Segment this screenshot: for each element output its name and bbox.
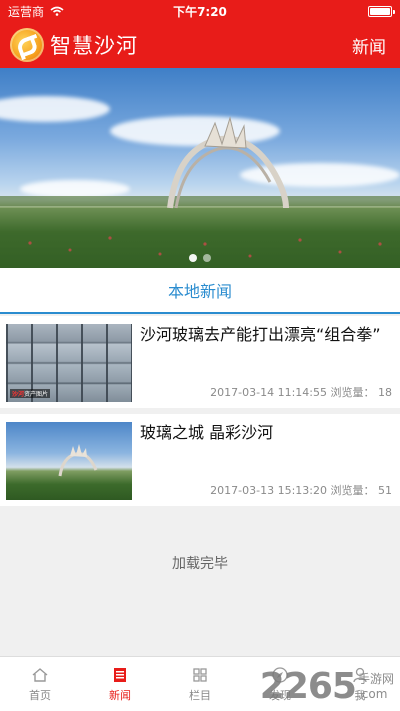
home-icon xyxy=(32,667,48,682)
news-views: 18 xyxy=(378,386,392,399)
tab-discover-label: 发现 xyxy=(269,688,291,702)
bottom-tab-bar: 首页 新闻 栏目 发现 我 xyxy=(0,656,400,711)
tab-discover[interactable]: 发现 xyxy=(240,657,320,711)
news-title: 玻璃之城 晶彩沙河 xyxy=(140,423,274,442)
carrier-label: 运营商 xyxy=(8,4,45,19)
news-list: 沙河资产图片 沙河玻璃去产能打出漂亮“组合拳” 2017-03-14 11:14… xyxy=(0,316,400,512)
compass-icon xyxy=(272,666,288,683)
carousel-indicator xyxy=(0,254,400,262)
navigation-bar: 智慧沙河 新闻 xyxy=(0,22,400,68)
news-meta: 2017-03-14 11:14:55 浏览量： 18 xyxy=(210,384,392,400)
page-title: 新闻 xyxy=(352,37,386,58)
tab-local-news-label: 本地新闻 xyxy=(167,282,232,301)
news-icon xyxy=(114,667,126,682)
tab-columns-label: 栏目 xyxy=(189,688,211,702)
news-date: 2017-03-13 15:13:20 xyxy=(210,484,327,497)
news-item[interactable]: 沙河资产图片 沙河玻璃去产能打出漂亮“组合拳” 2017-03-14 11:14… xyxy=(0,316,400,408)
tab-home-label: 首页 xyxy=(29,688,51,702)
tab-me-label: 我 xyxy=(354,688,366,702)
user-icon xyxy=(353,667,367,682)
wifi-icon xyxy=(50,6,64,16)
news-item[interactable]: 玻璃之城 晶彩沙河 2017-03-13 15:13:20 浏览量： 51 xyxy=(0,414,400,506)
news-meta: 2017-03-13 15:13:20 浏览量： 51 xyxy=(210,482,392,498)
battery-icon xyxy=(368,5,395,17)
tab-news-label: 新闻 xyxy=(109,688,131,702)
brand: 智慧沙河 xyxy=(10,28,138,62)
news-views-label: 浏览量： xyxy=(330,484,375,497)
news-views-label: 浏览量： xyxy=(330,386,375,399)
banner-carousel[interactable] xyxy=(0,68,400,268)
carousel-dot-1[interactable] xyxy=(189,254,197,262)
news-views: 51 xyxy=(378,484,392,497)
load-complete-message: 加载完毕 xyxy=(172,556,228,572)
carousel-dot-2[interactable] xyxy=(203,254,211,262)
thumbnail-tag: 沙河资产图片 xyxy=(10,389,51,398)
app-name: 智慧沙河 xyxy=(50,34,138,58)
sculpture-image xyxy=(58,444,98,477)
tab-me[interactable]: 我 xyxy=(320,657,400,711)
tab-columns[interactable]: 栏目 xyxy=(160,657,240,711)
app-logo-icon xyxy=(10,28,44,62)
status-bar: 运营商 下午7:20 xyxy=(0,0,400,22)
tab-local-news[interactable]: 本地新闻 xyxy=(0,268,400,314)
tab-home[interactable]: 首页 xyxy=(0,657,80,711)
tab-news[interactable]: 新闻 xyxy=(80,657,160,711)
news-thumbnail: 沙河资产图片 xyxy=(6,324,132,402)
sculpture-image xyxy=(0,116,400,268)
news-title: 沙河玻璃去产能打出漂亮“组合拳” xyxy=(140,325,381,344)
news-date: 2017-03-14 11:14:55 xyxy=(210,386,327,399)
news-thumbnail xyxy=(6,422,132,500)
grid-icon xyxy=(193,667,207,682)
